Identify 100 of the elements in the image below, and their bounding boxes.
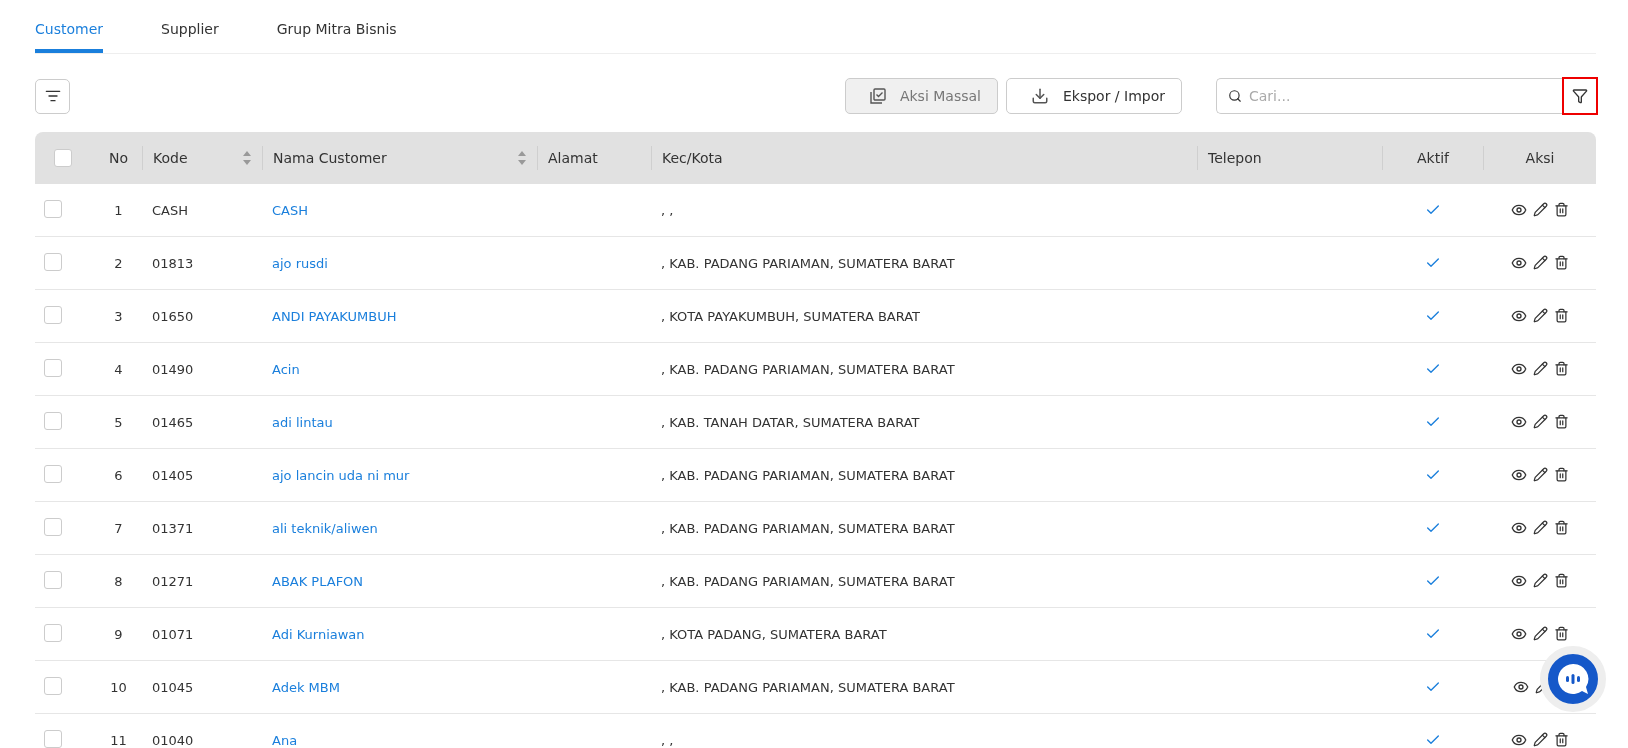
edit-icon[interactable] [1532,202,1548,217]
view-icon[interactable] [1510,520,1527,536]
table-cell-text: 2 [113,255,124,271]
edit-icon[interactable] [1532,308,1548,323]
table-cell-text: 6 [113,467,124,483]
table-cell-text: 1 [113,202,124,218]
search-field[interactable]: Cari... [1216,78,1562,114]
table-cell-text: 4 [113,361,124,377]
customer-name-link[interactable]: Adi Kurniawan [262,626,375,642]
edit-icon[interactable] [1532,520,1548,535]
table-cell-text: 01813 [151,255,195,271]
customer-name-link[interactable]: ajo lancin uda ni mur [262,467,420,483]
delete-icon[interactable] [1553,308,1569,323]
table-cell-text: , , [660,732,675,748]
delete-icon[interactable] [1553,414,1569,429]
delete-icon[interactable] [1553,467,1569,482]
delete-icon[interactable] [1553,202,1569,217]
table-cell-text: 01071 [151,626,195,642]
delete-icon[interactable] [1553,573,1569,588]
customer-name-link[interactable]: adi lintau [262,414,343,430]
view-icon[interactable] [1510,414,1527,430]
column-header: Aksi [1525,150,1555,166]
row-checkbox[interactable] [44,729,62,748]
edit-icon[interactable] [1532,467,1548,482]
table-cell-text: , KAB. PADANG PARIAMAN, SUMATERA BARAT [660,361,956,377]
tab[interactable]: Customer [35,0,103,53]
table-cell-text: 01371 [151,520,195,536]
customer-name-link[interactable]: Acin [262,361,310,377]
table-cell-text: 3 [113,308,124,324]
table-cell-text: 11 [109,732,128,748]
table-cell-text: 8 [113,573,124,589]
list-settings-icon [44,88,61,104]
row-checkbox[interactable] [44,411,62,430]
delete-icon[interactable] [1553,732,1569,747]
row-checkbox[interactable] [44,623,62,642]
view-icon[interactable] [1510,361,1527,377]
view-icon[interactable] [1513,679,1529,695]
edit-icon[interactable] [1532,573,1548,588]
customer-name-link[interactable]: ajo rusdi [262,255,338,271]
table-cell-text: CASH [151,202,189,218]
table-cell-text: 01465 [151,414,195,430]
delete-icon[interactable] [1553,361,1569,376]
column-header: Kec/Kota [662,150,723,166]
customer-name-link[interactable]: CASH [262,202,318,218]
column-settings-button[interactable] [35,78,70,114]
view-icon[interactable] [1510,202,1527,218]
view-icon[interactable] [1510,308,1527,324]
edit-icon[interactable] [1532,414,1548,429]
speech-bubble-icon [1556,662,1590,696]
search-icon [1228,89,1242,103]
row-checkbox[interactable] [44,464,62,483]
delete-icon[interactable] [1553,255,1569,270]
column-header: Nama Customer [273,150,387,166]
table-cell-text: , , [660,202,675,218]
tab[interactable]: Supplier [161,0,219,53]
table-cell-text: 01045 [151,679,195,695]
table-cell-text: 01490 [151,361,195,377]
customer-name-link[interactable]: ali teknik/aliwen [262,520,388,536]
table-cell-text: 10 [109,679,128,695]
download-icon [1030,87,1049,105]
customer-name-link[interactable]: ANDI PAYAKUMBUH [262,308,407,324]
customer-name-link[interactable]: Ana [262,732,308,748]
table-cell-text: , KAB. PADANG PARIAMAN, SUMATERA BARAT [660,255,956,271]
table-cell-text: 01650 [151,308,195,324]
table-cell-text: 9 [113,626,124,642]
column-header: Kode [153,150,188,166]
table-cell-text: , KAB. PADANG PARIAMAN, SUMATERA BARAT [660,573,956,589]
customer-name-link[interactable]: ABAK PLAFON [262,573,374,589]
row-checkbox[interactable] [44,199,62,218]
view-icon[interactable] [1510,467,1527,483]
row-checkbox[interactable] [44,570,62,589]
export-import-button[interactable]: Ekspor / Impor [1005,78,1182,114]
filter-button[interactable] [1562,77,1598,115]
customer-name-link[interactable]: Adek MBM [262,679,350,695]
view-icon[interactable] [1510,573,1527,589]
column-header: Aktif [1417,150,1449,166]
table-cell-text: , KOTA PADANG, SUMATERA BARAT [660,626,888,642]
edit-icon[interactable] [1532,361,1548,376]
view-icon[interactable] [1510,255,1527,271]
edit-icon[interactable] [1532,255,1548,270]
row-checkbox[interactable] [44,517,62,536]
select-all-checkbox[interactable] [54,149,72,167]
view-icon[interactable] [1510,732,1527,748]
delete-icon[interactable] [1553,520,1569,535]
row-checkbox[interactable] [44,358,62,377]
delete-icon[interactable] [1553,626,1569,641]
table-cell-text: , KAB. PADANG PARIAMAN, SUMATERA BARAT [660,520,956,536]
bulk-action-button[interactable]: Aksi Massal [844,78,998,114]
row-checkbox[interactable] [44,252,62,271]
view-icon[interactable] [1510,626,1527,642]
column-header: Telepon [1208,150,1262,166]
edit-icon[interactable] [1532,626,1548,641]
tab[interactable]: Grup Mitra Bisnis [276,0,397,53]
row-checkbox[interactable] [44,305,62,324]
table-cell-text: 01405 [151,467,195,483]
table-cell-text: , KAB. TANAH DATAR, SUMATERA BARAT [660,414,921,430]
row-checkbox[interactable] [44,676,62,695]
column-header: Alamat [548,150,598,166]
edit-icon[interactable] [1532,732,1548,747]
table-cell-text: 7 [113,520,124,536]
